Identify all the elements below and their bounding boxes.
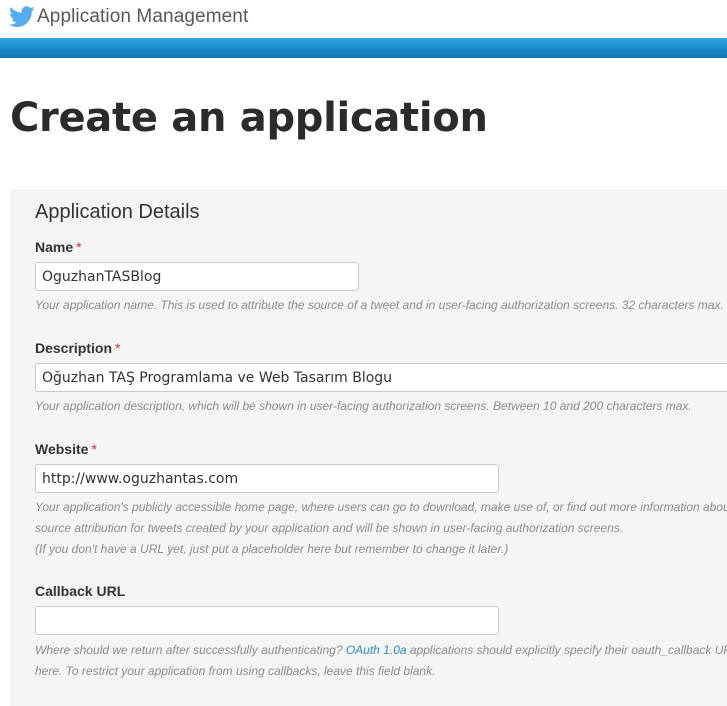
website-label: Website * [35,441,97,457]
callback-help-line-2: here. To restrict your application from … [35,664,436,678]
name-label: Name * [35,239,82,255]
header-band [0,38,727,58]
twitter-bird-icon [9,6,35,27]
top-bar: Application Management [0,0,727,39]
description-input[interactable] [35,363,727,392]
oauth-link[interactable]: OAuth 1.0a [346,643,407,657]
callback-url-label: Callback URL [35,583,126,599]
website-input[interactable] [35,464,499,493]
website-help-line-1: Your application's publicly accessible h… [35,500,727,514]
callback-help-line-1: Where should we return after successfull… [35,643,727,657]
name-input[interactable] [35,262,359,291]
description-help: Your application description, which will… [35,399,692,413]
application-details-panel: Application Details Name* Your applicati… [11,190,727,706]
description-label: Description * [35,340,121,356]
required-mark: * [91,441,97,457]
section-title: Application Details [35,201,200,223]
website-help-line-3: (If you don't have a URL yet, just put a… [35,542,509,556]
name-help: Your application name. This is used to a… [35,298,724,312]
app-management-title: Application Management [37,6,249,27]
website-help-line-2: source attribution for tweets created by… [35,521,624,535]
callback-url-input[interactable] [35,606,499,635]
required-mark: * [76,239,82,255]
page-title: Create an application [10,95,488,141]
brand[interactable]: Application Management [9,6,248,28]
required-mark: * [115,340,121,356]
